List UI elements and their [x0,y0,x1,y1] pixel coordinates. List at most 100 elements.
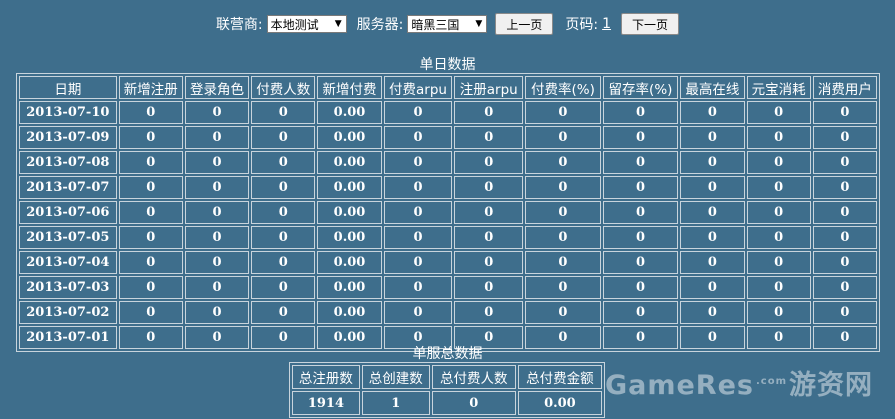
table-cell: 0 [118,301,183,324]
table-cell: 0 [525,126,601,149]
table-cell: 0 [746,201,811,224]
column-header: 总付费人数 [431,365,516,389]
table-cell: 0 [251,126,316,149]
watermark-en: GameRes [604,370,754,401]
table-cell: 0 [454,101,524,124]
table-cell: 0 [746,151,811,174]
column-header: 付费率(%) [525,76,601,99]
table-row: 2013-07-09 0 0 0 0.00 0 0 0 0 0 0 0 [19,126,877,149]
table-cell: 0 [746,276,811,299]
table-cell: 2013-07-05 [19,226,117,249]
table-cell: 0 [812,276,877,299]
table-cell: 0 [525,226,601,249]
table-cell: 0 [602,301,679,324]
table-cell: 0 [680,151,745,174]
table-cell: 2013-07-09 [19,126,117,149]
table-cell: 0 [251,301,316,324]
table-cell: 0 [525,301,601,324]
table-cell: 0 [680,301,745,324]
table-cell: 0 [383,226,453,249]
table-cell: 0 [251,251,316,274]
table-cell: 0.00 [317,251,382,274]
server-label: 服务器: [356,17,404,33]
table-cell: 0 [383,126,453,149]
table-cell: 0 [454,276,524,299]
table-cell: 0.00 [317,276,382,299]
table-cell: 0 [118,176,183,199]
server-select[interactable]: 暗黑三国 ▼ [407,15,488,33]
table-cell: 0 [251,101,316,124]
page-number-link[interactable]: 1 [602,16,611,32]
column-header: 最高在线 [680,76,745,99]
table-cell: 0 [525,251,601,274]
column-header: 消费用户 [812,76,877,99]
summary-data-table: 总注册数 总创建数 总付费人数 总付费金额 1914 1 0 0.00 [289,362,605,418]
table-cell: 0.00 [317,301,382,324]
table-cell: 0 [383,201,453,224]
watermark-cn: 游资网 [789,370,873,401]
table-cell: 2013-07-08 [19,151,117,174]
table-cell: 0 [680,101,745,124]
operator-select[interactable]: 本地测试 ▼ [266,15,347,33]
operator-label: 联营商: [215,17,263,33]
column-header: 付费arpu [383,76,453,99]
table-cell: 0 [812,151,877,174]
table-cell: 2013-07-07 [19,176,117,199]
table-cell: 0.00 [317,151,382,174]
table-cell: 0 [184,101,250,124]
table-cell: 0 [525,176,601,199]
server-select-value: 暗黑三国 [411,17,460,32]
table-cell: 0 [118,126,183,149]
table-cell: 0 [184,251,250,274]
table-cell: 0 [602,276,679,299]
table-cell: 2013-07-10 [19,101,117,124]
prev-page-button[interactable]: 上一页 [495,13,554,35]
table-cell: 0.00 [317,226,382,249]
table-cell: 2013-07-02 [19,301,117,324]
table-cell: 0 [602,176,679,199]
table-cell: 0 [383,176,453,199]
table-cell: 0 [812,301,877,324]
table-cell: 0 [680,251,745,274]
table-cell: 0 [602,126,679,149]
column-header: 登录角色 [184,76,250,99]
table-cell: 0 [746,251,811,274]
table-row: 2013-07-02 0 0 0 0.00 0 0 0 0 0 0 0 [19,301,877,324]
table-cell: 0 [118,101,183,124]
table-row: 2013-07-10 0 0 0 0.00 0 0 0 0 0 0 0 [19,101,877,124]
table-cell: 0 [525,101,601,124]
column-header: 总注册数 [292,365,360,389]
next-page-button[interactable]: 下一页 [621,13,680,35]
table-cell: 0 [454,176,524,199]
toolbar: 联营商: 本地测试 ▼ 服务器: 暗黑三国 ▼ 上一页 页码: 1 下一页 [0,13,895,35]
table-cell: 0 [184,201,250,224]
table-cell: 0 [525,151,601,174]
table-cell: 0 [454,251,524,274]
table-cell: 0 [251,201,316,224]
table-cell: 0 [383,251,453,274]
table-cell: 2013-07-06 [19,201,117,224]
table-cell: 0.00 [317,126,382,149]
watermark-logo: GameRes .com游资网 [605,363,873,402]
table-cell: 0 [184,276,250,299]
table-cell: 0 [812,176,877,199]
daily-data-table: 日期 新增注册 登录角色 付费人数 新增付费 付费arpu 注册arpu 付费率(%) 留存率(… [16,73,880,352]
table-cell: 0 [525,201,601,224]
table-cell: 0 [251,276,316,299]
table-cell: 0 [602,201,679,224]
operator-select-value: 本地测试 [270,17,319,32]
column-header: 元宝消耗 [746,76,811,99]
table-cell: 0 [680,276,745,299]
column-header: 注册arpu [454,76,524,99]
table-cell: 0 [454,126,524,149]
table-body: 1914 1 0 0.00 [292,391,602,415]
table-cell: 0 [812,201,877,224]
table-cell: 1914 [292,391,360,415]
table-cell: 0 [680,226,745,249]
column-header: 总创建数 [361,365,430,389]
table-row: 1914 1 0 0.00 [292,391,602,415]
column-header: 总付费金额 [517,365,602,389]
table-cell: 0 [383,151,453,174]
table-cell: 0 [746,301,811,324]
table-cell: 0.00 [317,101,382,124]
